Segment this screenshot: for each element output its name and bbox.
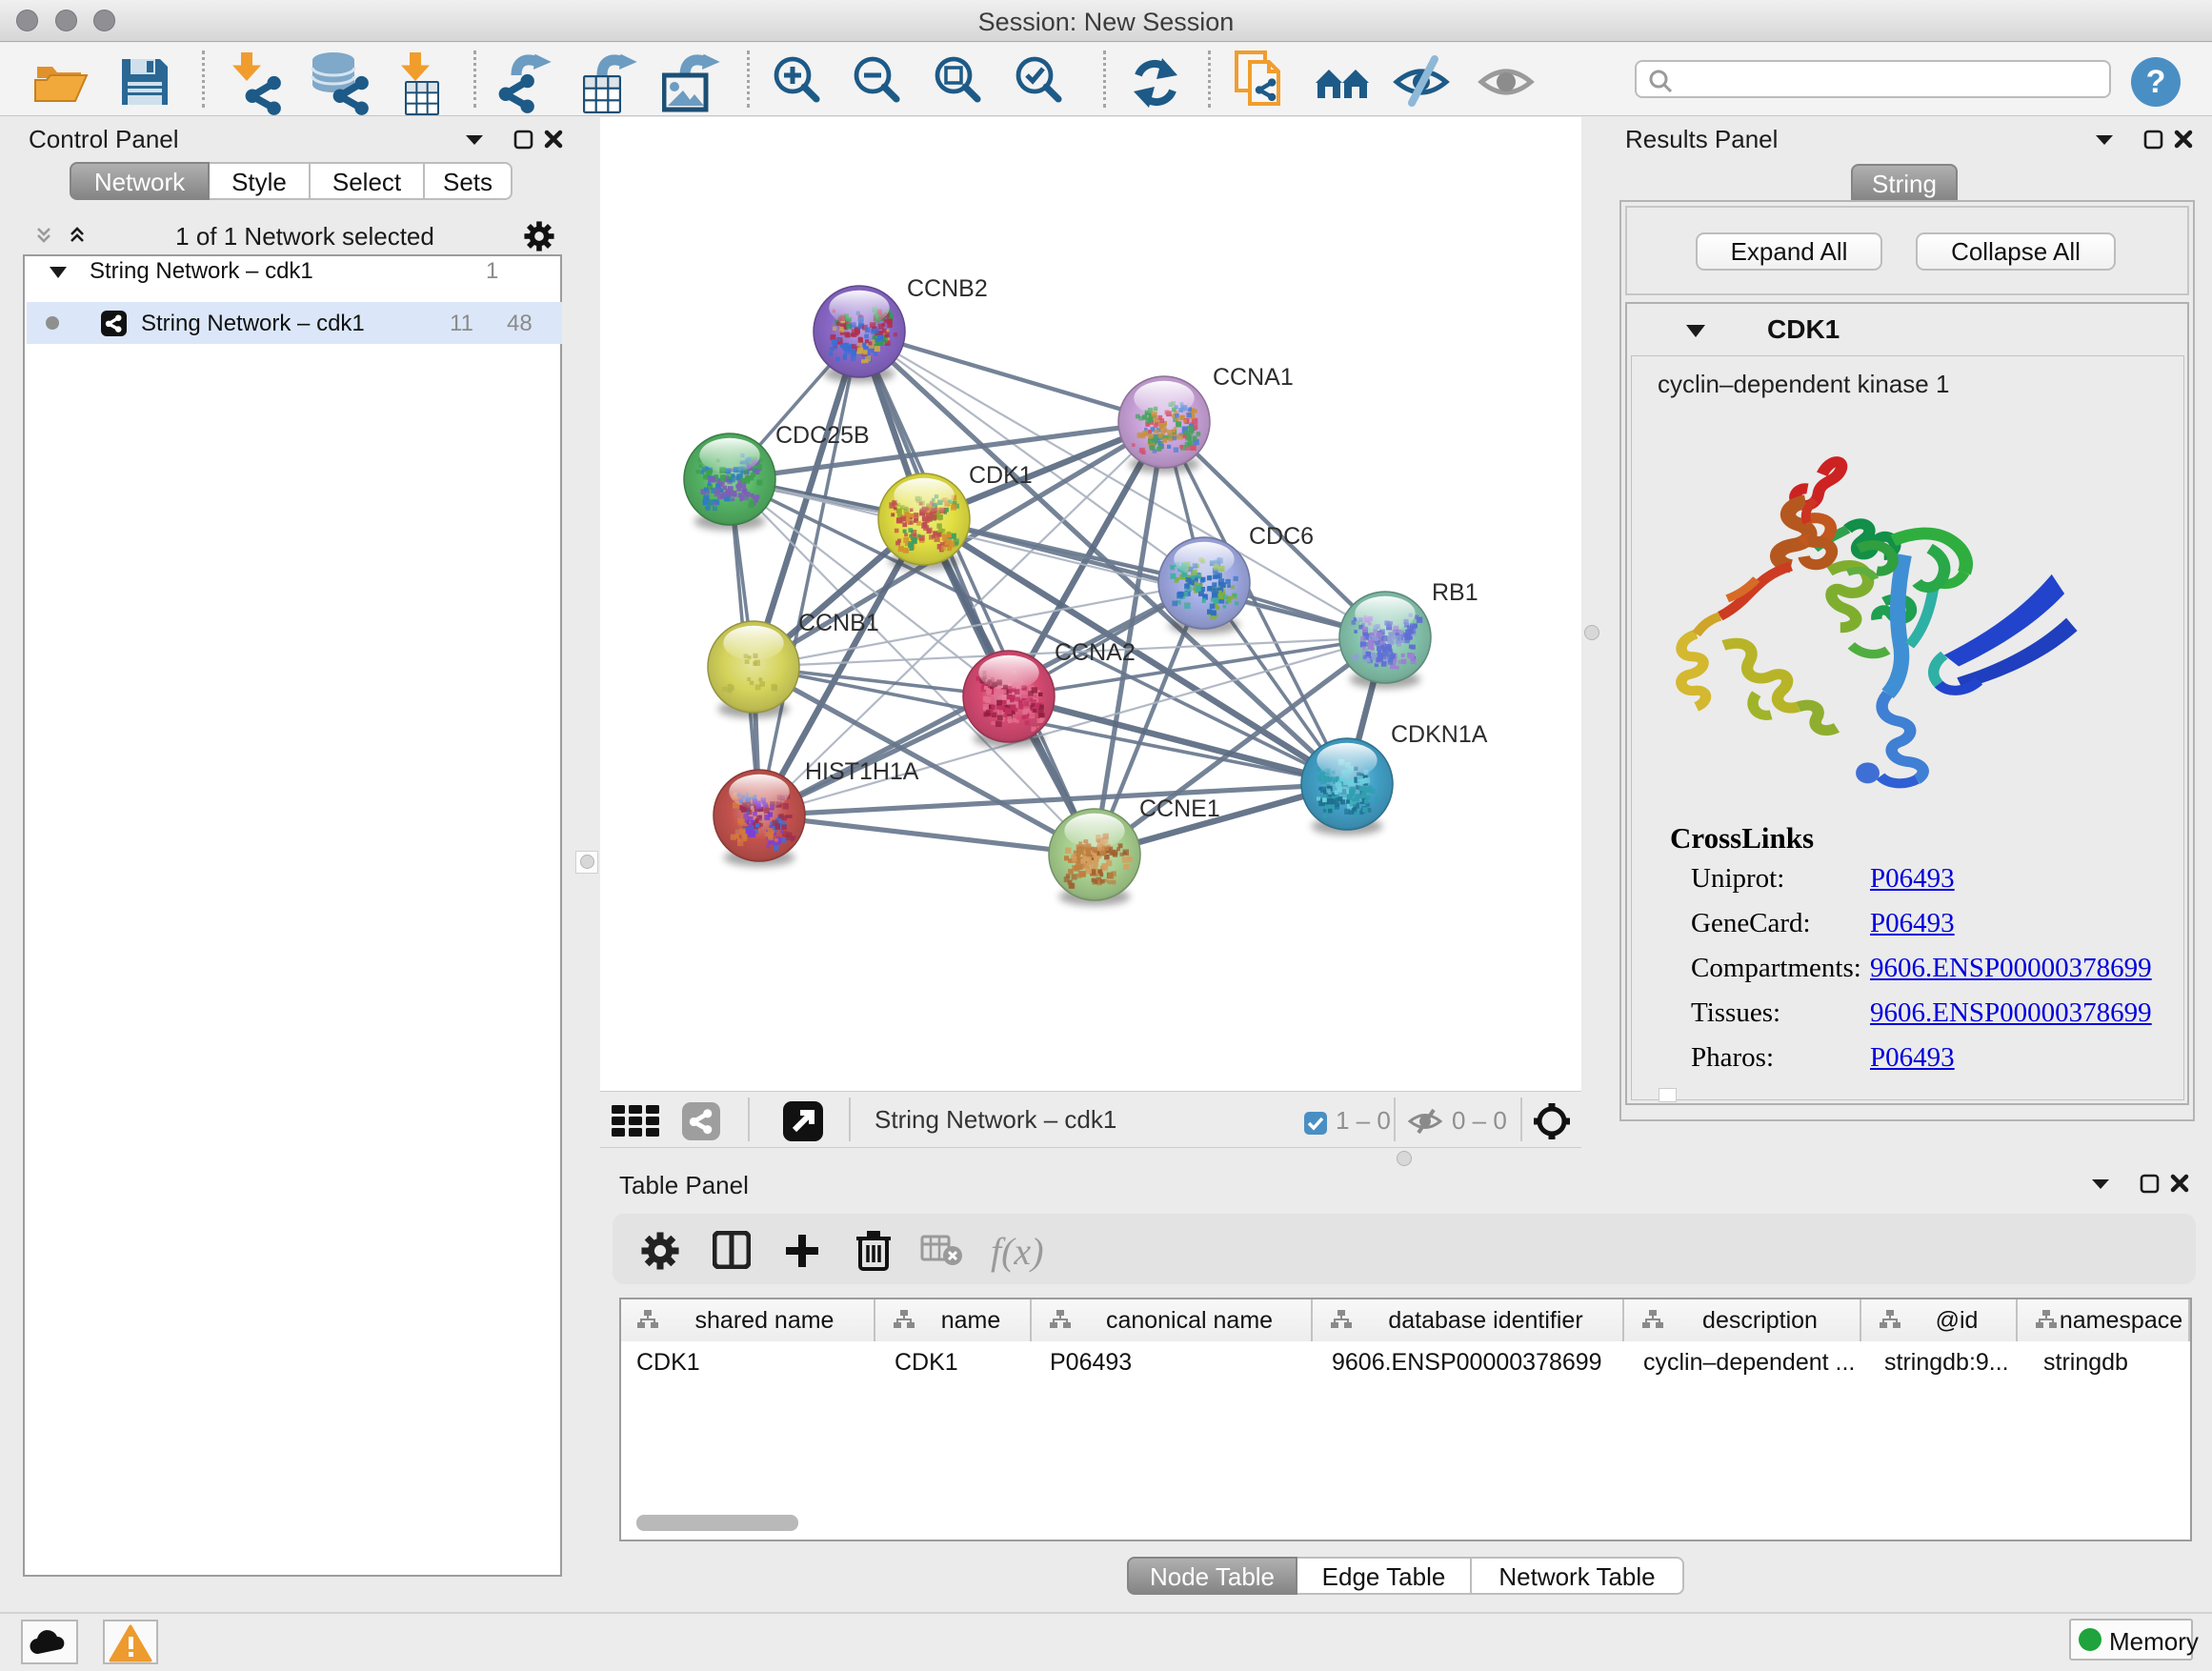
- svg-text:RB1: RB1: [1432, 579, 1478, 606]
- svg-text:CDKN1A: CDKN1A: [1391, 721, 1488, 748]
- svg-text:CCNE1: CCNE1: [1139, 795, 1220, 822]
- svg-text:CCNA1: CCNA1: [1213, 364, 1294, 391]
- svg-text:CCNB2: CCNB2: [907, 275, 988, 302]
- svg-text:HIST1H1A: HIST1H1A: [805, 758, 919, 785]
- svg-text:CDC25B: CDC25B: [775, 422, 870, 449]
- svg-text:CDK1: CDK1: [969, 462, 1033, 489]
- svg-text:CCNA2: CCNA2: [1055, 639, 1136, 666]
- svg-text:CDC6: CDC6: [1249, 523, 1314, 550]
- svg-text:CCNB1: CCNB1: [798, 610, 879, 636]
